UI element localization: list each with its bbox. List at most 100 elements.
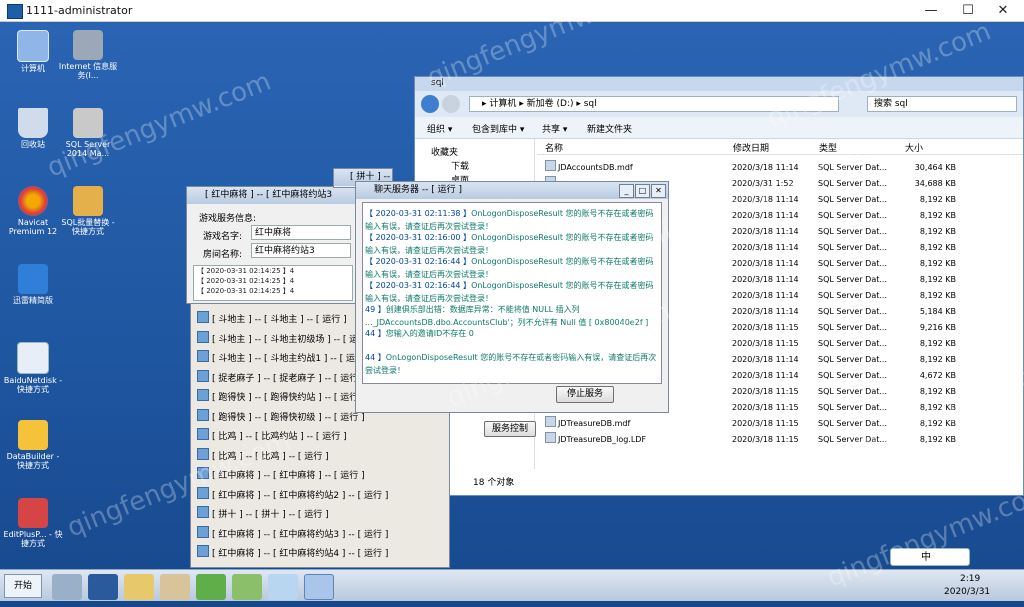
database-file-icon: [545, 160, 556, 171]
chat-log-entry: 44 】您输入的邀请ID不存在 0: [365, 329, 474, 338]
game-name-label: 游戏名字:: [203, 232, 243, 242]
back-icon[interactable]: [421, 95, 439, 113]
editplus-icon: [18, 498, 48, 528]
server-manager-icon[interactable]: [52, 574, 82, 600]
column-type[interactable]: 类型: [819, 141, 837, 154]
desktop-icon-computer[interactable]: 计算机: [3, 30, 63, 73]
new-folder-button[interactable]: 新建文件夹: [587, 122, 632, 135]
room-menu-item[interactable]: [ 红中麻将 ] -- [ 红中麻将约站4 ] -- [ 运行 ]: [197, 545, 437, 564]
chat-log-entry: 【 2020-03-31 02:16:44 】OnLogonDisposeRes…: [365, 281, 654, 303]
room-menu-item[interactable]: [ 比鸡 ] -- [ 比鸡 ] -- [ 运行 ]: [197, 447, 437, 467]
share-button[interactable]: 共享 ▾: [542, 122, 567, 135]
start-button[interactable]: 开始: [4, 574, 42, 598]
sql-server-icon: [73, 108, 103, 138]
minimize-button[interactable]: —: [914, 0, 948, 22]
room-icon: [197, 545, 209, 557]
file-date: 2020/3/18 11:14: [732, 227, 799, 236]
nav-favorites[interactable]: 收藏夹: [431, 145, 458, 158]
column-date[interactable]: 修改日期: [733, 141, 769, 154]
explorer-taskbar-icon[interactable]: [124, 574, 154, 600]
desktop-icon-sql-replace[interactable]: SQL批量替换 - 快捷方式: [58, 186, 118, 236]
file-type: SQL Server Dat...: [818, 275, 887, 284]
file-size: 8,192 KB: [919, 435, 956, 444]
room-menu-item[interactable]: [ 红中麻将 ] -- [ 红中麻将约站3 ] -- [ 运行 ]: [197, 525, 437, 545]
file-row[interactable]: JDAccountsDB.mdf 2020/3/18 11:14 SQL Serve…: [540, 160, 960, 176]
desktop-icon-baidunetdisk[interactable]: BaiduNetdisk - 快捷方式: [3, 342, 63, 394]
file-name: JDTreasureDB_log.LDF: [558, 435, 647, 444]
desktop-icon-databuilder[interactable]: DataBuilder - 快捷方式: [3, 420, 63, 470]
nav-downloads[interactable]: 下载: [451, 159, 469, 172]
chat-minimize-button[interactable]: _: [619, 184, 634, 198]
file-size: 8,192 KB: [919, 195, 956, 204]
room-icon: [197, 330, 209, 343]
room-menu-item[interactable]: [ 红中麻将 ] -- [ 红中麻将约站2 ] -- [ 运行 ]: [197, 486, 437, 506]
file-type: SQL Server Dat...: [818, 435, 887, 444]
room-icon: [197, 389, 209, 401]
room-name-field[interactable]: 红中麻将约站3: [251, 243, 351, 258]
powershell-icon[interactable]: [88, 574, 118, 600]
game-window-title: [ 红中麻将 ] -- [ 红中麻将约站3: [187, 187, 357, 204]
maximize-button[interactable]: ☐: [951, 0, 985, 22]
address-bar[interactable]: ▸ 计算机 ▸ 新加卷 (D:) ▸ sql: [469, 96, 839, 112]
desktop-icon-editplus[interactable]: EditPlusP... - 快捷方式: [3, 498, 63, 548]
close-button[interactable]: ✕: [986, 0, 1020, 22]
file-type: SQL Server Dat...: [818, 243, 887, 252]
file-size: 8,192 KB: [919, 291, 956, 300]
column-name[interactable]: 名称: [545, 141, 563, 154]
chat-log-entry: 【 2020-03-31 02:16:00 】OnLogonDisposeRes…: [365, 233, 654, 255]
desktop-icon-xunlei[interactable]: 迅雷精简版: [3, 264, 63, 305]
file-date: 2020/3/18 11:15: [732, 403, 799, 412]
chat-window-buttons: _ □ ✕: [618, 184, 666, 198]
file-row[interactable]: JDTreasureDB_log.LDF 2020/3/18 11:15 SQL S…: [540, 432, 960, 448]
computer-icon: [17, 30, 49, 62]
chat-maximize-button[interactable]: □: [635, 184, 650, 198]
recycle-app-icon[interactable]: [196, 574, 226, 600]
game-name-field[interactable]: 红中麻将: [251, 225, 351, 240]
stop-service-button[interactable]: 停止服务: [556, 386, 614, 403]
chat-log-entry: 44 】OnLogonDisposeResult 您的账号不存在或者密码输入有误…: [365, 353, 657, 375]
database-file-icon: [545, 416, 556, 427]
game-app-icon[interactable]: [304, 574, 334, 600]
service-control-button[interactable]: 服务控制: [484, 421, 536, 437]
tool-icon[interactable]: [160, 574, 190, 600]
file-row[interactable]: JDTreasureDB.mdf 2020/3/18 11:15 SQL Serve…: [540, 416, 960, 432]
include-library-button[interactable]: 包含到库中 ▾: [472, 122, 524, 135]
sql-replace-icon: [73, 186, 103, 216]
desktop-icon-sql-server[interactable]: SQL Server 2014 Ma...: [58, 108, 118, 158]
file-size: 4,672 KB: [919, 371, 956, 380]
file-size: 8,192 KB: [919, 275, 956, 284]
organize-button[interactable]: 组织 ▾: [427, 122, 452, 135]
column-size[interactable]: 大小: [905, 141, 923, 154]
search-input[interactable]: 搜索 sql: [867, 96, 1017, 112]
desktop-icon-iis[interactable]: Internet 信息服务(I...: [58, 30, 118, 80]
chat-server-window: 聊天服务器 -- [ 运行 ] _ □ ✕ 【 2020-03-31 02:11:3…: [355, 181, 669, 413]
room-icon: [197, 428, 209, 440]
xunlei-icon: [18, 264, 48, 294]
room-icon: [197, 311, 209, 323]
file-size: 8,192 KB: [919, 355, 956, 364]
desktop-icon-navicat[interactable]: Navicat Premium 12: [3, 186, 63, 236]
desktop-icon-recycle-bin[interactable]: 回收站: [3, 108, 63, 149]
explorer-title: sql: [431, 78, 444, 88]
room-menu-item[interactable]: [ 红中麻将 ] -- [ 红中麻将 ] -- [ 运行 ]: [197, 467, 437, 486]
chat-app-icon[interactable]: [268, 574, 298, 600]
room-icon: [197, 447, 209, 460]
file-type: SQL Server Dat...: [818, 339, 887, 348]
database-file-icon: [545, 432, 556, 443]
chart-app-icon[interactable]: [232, 574, 262, 600]
file-type: SQL Server Dat...: [818, 307, 887, 316]
file-size: 8,192 KB: [919, 403, 956, 412]
room-menu-item[interactable]: [ 比鸡 ] -- [ 比鸡约站 ] -- [ 运行 ]: [197, 428, 437, 447]
chat-close-button[interactable]: ✕: [651, 184, 666, 198]
room-menu-item[interactable]: [ 拼十 ] -- [ 拼十 ] -- [ 运行 ]: [197, 506, 437, 525]
room-name-label: 房间名称:: [203, 250, 243, 260]
file-type: SQL Server Dat...: [818, 211, 887, 220]
room-icon: [197, 467, 209, 479]
file-type: SQL Server Dat...: [818, 179, 887, 188]
clock-time: 2:19: [960, 574, 981, 584]
file-type: SQL Server Dat...: [818, 195, 887, 204]
forward-icon[interactable]: [442, 95, 460, 113]
ime-bar[interactable]: 中: [890, 548, 970, 566]
file-date: 2020/3/18 11:14: [732, 163, 799, 172]
explorer-toolbar: 组织 ▾ 包含到库中 ▾ 共享 ▾ 新建文件夹: [415, 117, 1023, 139]
